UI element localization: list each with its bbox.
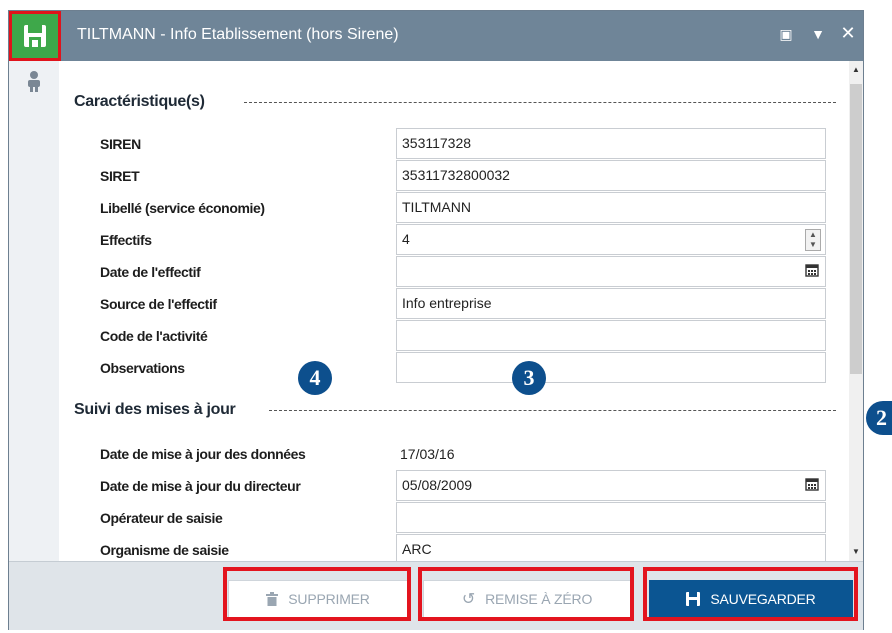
libelle-field[interactable]: TILTMANN (396, 192, 826, 223)
section-divider (244, 102, 836, 103)
highlight-frame-sauvegarder (643, 567, 858, 621)
siren-field[interactable]: 353117328 (396, 128, 826, 159)
title-bar: TILTMANN - Info Etablissement (hors Sire… (9, 11, 863, 61)
dialog-window: TILTMANN - Info Etablissement (hors Sire… (8, 10, 864, 630)
annotation-marker-2: 2 (866, 401, 892, 435)
date-maj-donnees-value: 17/03/16 (400, 446, 455, 462)
label-date-effectif: Date de l'effectif (100, 264, 201, 280)
operateur-field[interactable] (396, 502, 826, 533)
close-icon[interactable]: ✕ (839, 23, 857, 44)
window-title: TILTMANN - Info Etablissement (hors Sire… (77, 26, 399, 43)
scroll-up-icon[interactable]: ▲ (849, 65, 863, 74)
calendar-icon[interactable] (805, 477, 819, 491)
spinner-icon[interactable]: ▲ ▼ (805, 229, 821, 251)
save-icon[interactable] (9, 11, 61, 61)
label-siren: SIREN (100, 136, 141, 152)
annotation-marker-4: 4 (298, 361, 332, 395)
date-effectif-field[interactable] (396, 256, 826, 287)
scroll-down-icon[interactable]: ▼ (849, 547, 863, 556)
label-date-maj-directeur: Date de mise à jour du directeur (100, 478, 301, 494)
restore-icon[interactable]: ▣ (777, 26, 795, 43)
effectifs-value: 4 (402, 231, 410, 247)
vertical-scrollbar[interactable]: ▲ ▼ (849, 61, 863, 561)
person-icon[interactable] (9, 61, 59, 101)
label-organisme: Organisme de saisie (100, 542, 229, 558)
siret-field[interactable]: 35311732800032 (396, 160, 826, 191)
observations-field[interactable] (396, 352, 826, 383)
source-effectif-field[interactable]: Info entreprise (396, 288, 826, 319)
annotation-marker-3: 3 (512, 361, 546, 395)
section-title-suivi: Suivi des mises à jour (74, 401, 236, 418)
highlight-frame-remise (418, 567, 634, 621)
sidebar (9, 61, 59, 561)
label-observations: Observations (100, 360, 185, 376)
label-code-activite: Code de l'activité (100, 328, 208, 344)
date-maj-directeur-field[interactable]: 05/08/2009 (396, 470, 826, 501)
label-siret: SIRET (100, 168, 140, 184)
form-content: Caractéristique(s) SIREN 353117328 SIRET… (59, 61, 849, 561)
label-operateur: Opérateur de saisie (100, 510, 223, 526)
label-date-maj-donnees: Date de mise à jour des données (100, 446, 306, 462)
label-effectifs: Effectifs (100, 232, 152, 248)
scrollbar-thumb[interactable] (850, 84, 862, 374)
effectifs-field[interactable]: 4 ▲ ▼ (396, 224, 826, 255)
organisme-field[interactable]: ARC (396, 534, 826, 561)
section-divider (269, 410, 836, 411)
dropdown-icon[interactable]: ▼ (809, 26, 827, 42)
code-activite-field[interactable] (396, 320, 826, 351)
label-libelle: Libellé (service économie) (100, 200, 265, 216)
calendar-icon[interactable] (805, 263, 819, 277)
section-title-caracteristiques: Caractéristique(s) (74, 93, 205, 110)
date-maj-directeur-value: 05/08/2009 (402, 477, 473, 493)
highlight-frame-supprimer (223, 567, 411, 621)
label-source-effectif: Source de l'effectif (100, 296, 217, 312)
